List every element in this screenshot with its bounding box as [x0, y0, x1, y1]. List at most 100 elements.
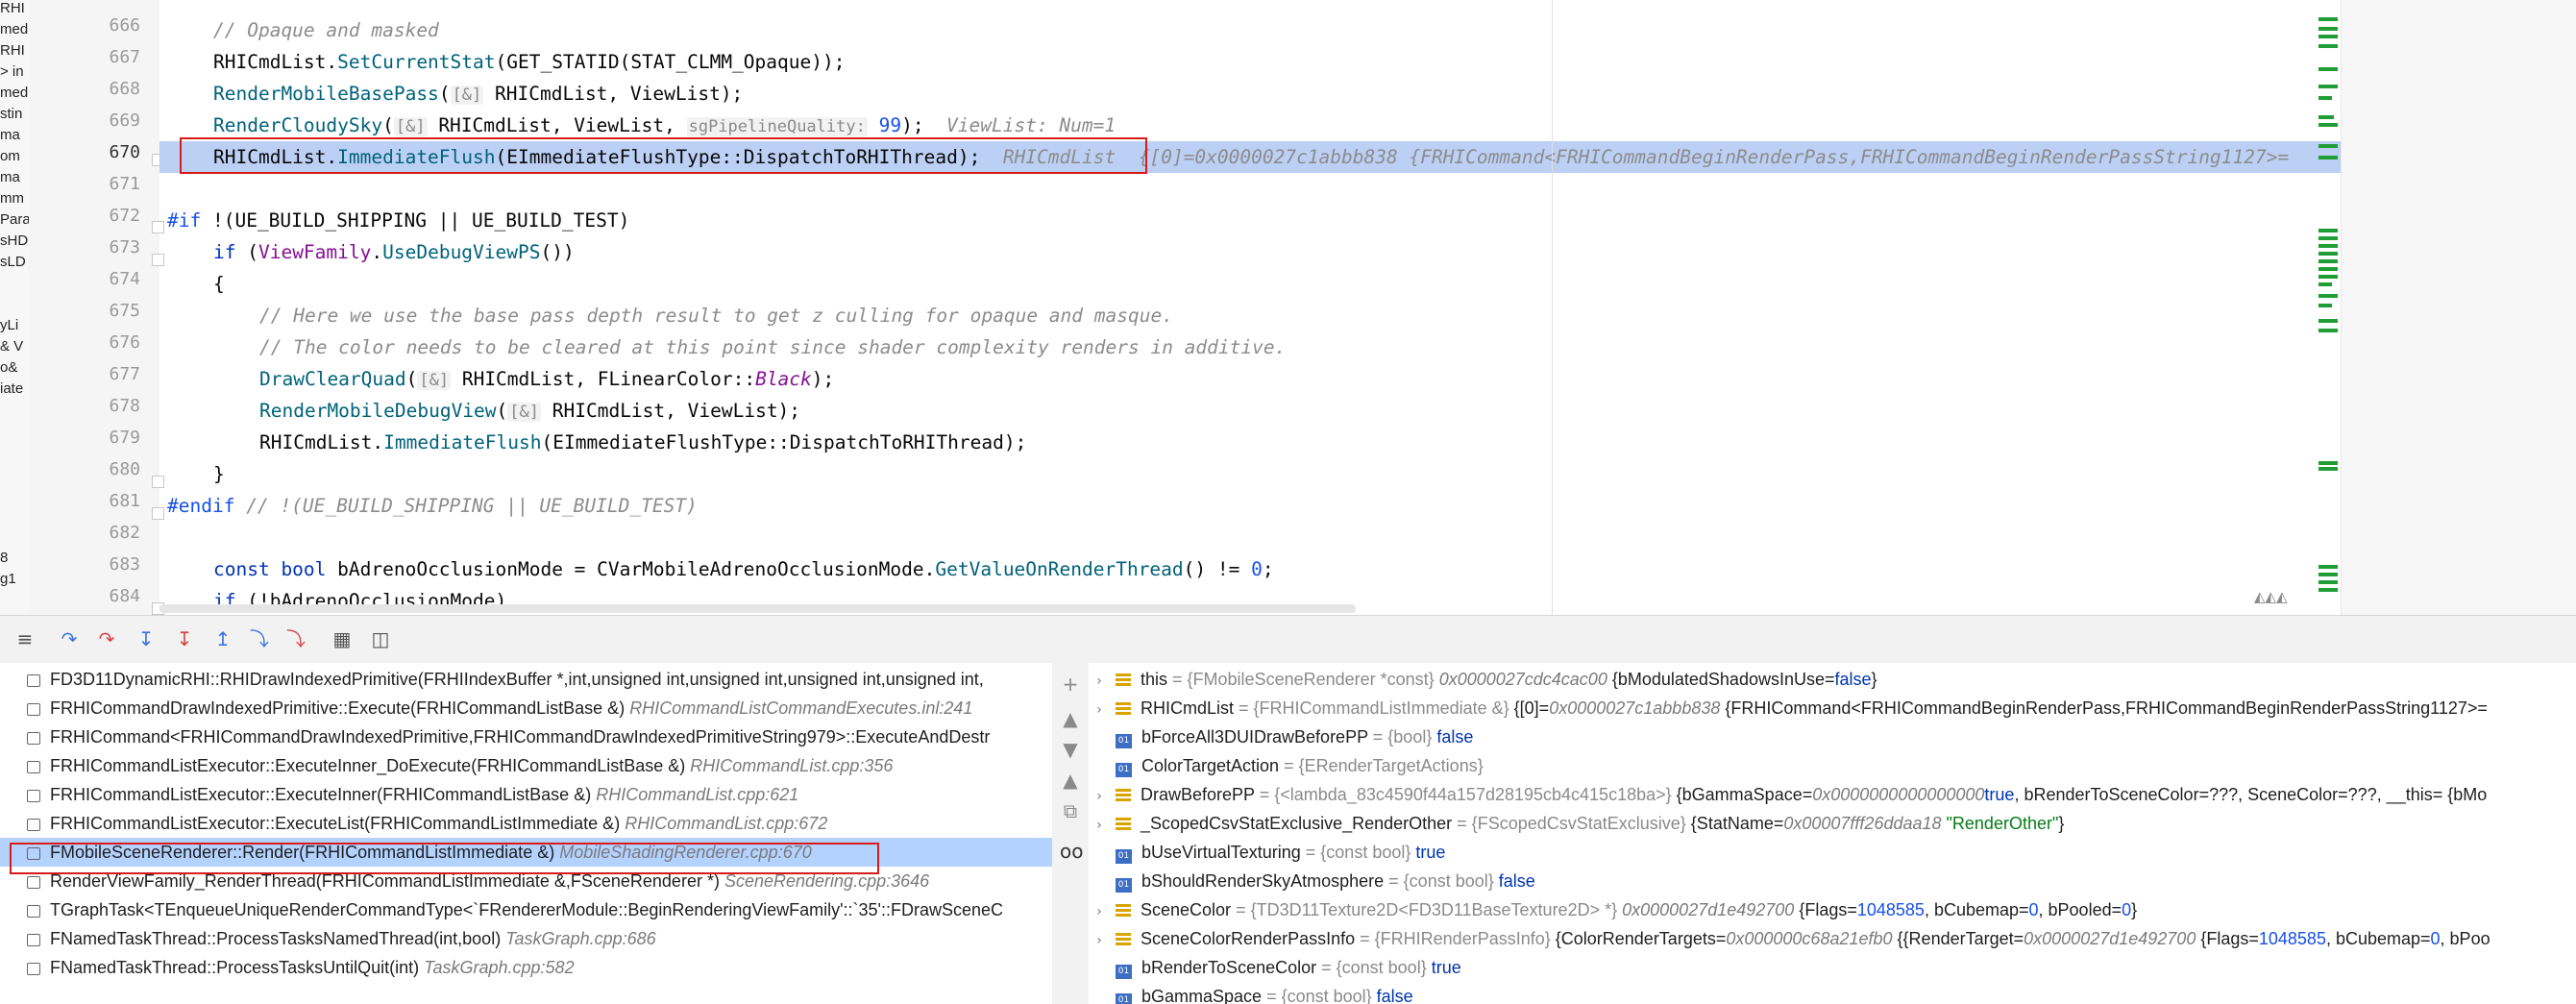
- ruler-marker[interactable]: [2318, 244, 2338, 248]
- variable-value: {Flags=: [1794, 900, 1857, 919]
- line-number: 672: [109, 206, 140, 226]
- line-number: 679: [109, 428, 140, 448]
- variable-row[interactable]: › _ScopedCsvStatExclusive_RenderOther = {…: [1089, 809, 2576, 838]
- stack-frame[interactable]: FD3D11DynamicRHI::RHIDrawIndexedPrimitiv…: [0, 665, 1052, 694]
- ruler-marker[interactable]: [2318, 115, 2334, 119]
- field-icon: [1116, 789, 1131, 801]
- ruler-marker[interactable]: [2318, 229, 2338, 233]
- variable-type: = {const bool}: [1300, 843, 1416, 862]
- expand-chevron-icon[interactable]: ›: [1089, 667, 1110, 696]
- ruler-marker[interactable]: [2318, 144, 2338, 148]
- glasses-icon[interactable]: oo: [1060, 840, 1083, 863]
- expand-chevron-icon[interactable]: ›: [1089, 811, 1110, 840]
- variable-row[interactable]: › SceneColor = {TD3D11Texture2D<FD3D11Bas…: [1089, 895, 2576, 924]
- ruler-marker[interactable]: [2318, 467, 2338, 471]
- ruler-marker[interactable]: [2318, 96, 2332, 100]
- ruler-marker[interactable]: [2318, 319, 2338, 323]
- variable-row[interactable]: 01 bUseVirtualTexturing = {const bool} tr…: [1089, 838, 2576, 867]
- variable-row[interactable]: › SceneColorRenderPassInfo = {FRHIRenderP…: [1089, 924, 2576, 953]
- run-to-cursor-icon[interactable]: ⤵: [248, 627, 271, 650]
- expand-chevron-icon[interactable]: ›: [1089, 897, 1110, 926]
- inspection-glasses-icon[interactable]: ◭◭◭: [2254, 588, 2288, 605]
- ruler-marker[interactable]: [2318, 580, 2338, 584]
- variable-row[interactable]: 01 bForceAll3DUIDrawBeforePP = {bool} fal…: [1089, 722, 2576, 751]
- field-icon: [1116, 818, 1131, 830]
- variable-row[interactable]: › this = {FMobileSceneRenderer *const} 0x…: [1089, 665, 2576, 694]
- columns-icon[interactable]: ◫: [369, 627, 392, 650]
- frame-location: SceneRendering.cpp:3646: [724, 871, 930, 891]
- up-icon[interactable]: ▲: [1060, 707, 1081, 730]
- force-step-into-icon[interactable]: ↧: [173, 627, 196, 650]
- error-stripe-ruler[interactable]: [2318, 0, 2576, 615]
- variable-bool: true: [1431, 958, 1461, 977]
- ruler-marker[interactable]: [2318, 259, 2338, 263]
- copy-icon[interactable]: ⧉: [1060, 799, 1081, 822]
- left-strip-fragment: sHD: [0, 233, 29, 249]
- ruler-marker[interactable]: [2318, 27, 2338, 31]
- ruler-marker[interactable]: [2318, 156, 2338, 159]
- expand-icon[interactable]: ▲: [1060, 769, 1081, 792]
- down-icon[interactable]: ▼: [1060, 738, 1081, 761]
- ruler-marker[interactable]: [2318, 85, 2338, 88]
- variable-row[interactable]: 01 bGammaSpace = {const bool} false: [1089, 982, 2576, 1004]
- variable-row[interactable]: › RHICmdList = {FRHICommandListImmediate …: [1089, 694, 2576, 722]
- cancel-icon[interactable]: ⤵: [284, 627, 307, 650]
- stack-frame[interactable]: TGraphTask<TEnqueueUniqueRenderCommandTy…: [0, 895, 1052, 924]
- ruler-marker[interactable]: [2318, 123, 2338, 127]
- horizontal-scrollbar[interactable]: [159, 604, 1356, 613]
- variable-address: 0x0000027d1e492700: [2024, 929, 2196, 948]
- field-icon: [1116, 904, 1131, 917]
- step-over-alt-icon[interactable]: ↷: [95, 627, 118, 650]
- ruler-marker[interactable]: [2318, 236, 2338, 240]
- stack-frame[interactable]: FRHICommandListExecutor::ExecuteList(FRH…: [0, 809, 1052, 838]
- variable-row[interactable]: › DrawBeforePP = {<lambda_83c4590f44a157d…: [1089, 780, 2576, 809]
- field-icon: [1116, 933, 1131, 945]
- frame-location: TaskGraph.cpp:582: [424, 958, 575, 977]
- expand-chevron-icon[interactable]: ›: [1089, 926, 1110, 955]
- ruler-marker[interactable]: [2318, 294, 2338, 298]
- stack-frame[interactable]: FRHICommand<FRHICommandDrawIndexedPrimit…: [0, 722, 1052, 751]
- stack-frame[interactable]: FRHICommandDrawIndexedPrimitive::Execute…: [0, 694, 1052, 722]
- variable-value: {StatName=: [1690, 814, 1784, 833]
- add-icon[interactable]: +: [1060, 673, 1081, 696]
- step-out-icon[interactable]: ↥: [211, 627, 234, 650]
- ruler-marker[interactable]: [2318, 35, 2338, 38]
- stack-frame[interactable]: FNamedTaskThread::ProcessTasksNamedThrea…: [0, 924, 1052, 953]
- variable-type: = {FMobileSceneRenderer *const}: [1167, 670, 1439, 689]
- ruler-marker[interactable]: [2318, 573, 2338, 576]
- variable-row[interactable]: 01 ColorTargetAction = {ERenderTargetActi…: [1089, 751, 2576, 780]
- ruler-marker[interactable]: [2318, 67, 2338, 71]
- ruler-marker[interactable]: [2318, 44, 2338, 48]
- code-editor[interactable]: // Opaque and masked RHICmdList.SetCurre…: [159, 0, 2341, 615]
- ruler-marker[interactable]: [2318, 17, 2338, 21]
- list-icon[interactable]: ≡: [13, 627, 37, 650]
- ruler-marker[interactable]: [2318, 282, 2332, 286]
- step-over-icon[interactable]: ↷: [58, 627, 81, 650]
- table-icon[interactable]: ▦: [331, 627, 354, 650]
- frame-function: RenderViewFamily_RenderThread(FRHIComman…: [50, 871, 720, 891]
- ruler-marker[interactable]: [2318, 588, 2338, 592]
- step-into-icon[interactable]: ↧: [135, 627, 158, 650]
- line-number-gutter: 665 666 667 668 669 670 671 672 673 674 675 676 677 6…: [29, 0, 164, 615]
- stack-frame[interactable]: FRHICommandListExecutor::ExecuteInner_Do…: [0, 751, 1052, 780]
- frame-annotation-box: [10, 843, 879, 874]
- stack-frame[interactable]: FNamedTaskThread::ProcessTasksUntilQuit(…: [0, 953, 1052, 982]
- ruler-marker[interactable]: [2318, 329, 2338, 332]
- ruler-marker[interactable]: [2318, 565, 2338, 569]
- left-strip-fragment: iate: [0, 380, 24, 397]
- ruler-marker[interactable]: [2318, 267, 2338, 271]
- ruler-marker[interactable]: [2318, 252, 2338, 256]
- variable-name: bForceAll3DUIDrawBeforePP: [1141, 727, 1368, 747]
- line-number: 680: [109, 459, 140, 479]
- variable-row[interactable]: 01 bShouldRenderSkyAtmosphere = {const bo…: [1089, 867, 2576, 895]
- variable-type: = {<lambda_83c4590f44a157d28195cb4c415c1…: [1254, 785, 1677, 804]
- variable-bool: true: [1415, 843, 1446, 862]
- variable-bool: false: [1376, 987, 1413, 1004]
- expand-chevron-icon[interactable]: ›: [1089, 782, 1110, 811]
- ruler-marker[interactable]: [2318, 275, 2338, 279]
- ruler-marker[interactable]: [2318, 304, 2332, 307]
- expand-chevron-icon[interactable]: ›: [1089, 696, 1110, 724]
- ruler-marker[interactable]: [2318, 461, 2338, 465]
- stack-frame[interactable]: FRHICommandListExecutor::ExecuteInner(FR…: [0, 780, 1052, 809]
- variable-row[interactable]: 01 bRenderToSceneColor = {const bool} tru…: [1089, 953, 2576, 982]
